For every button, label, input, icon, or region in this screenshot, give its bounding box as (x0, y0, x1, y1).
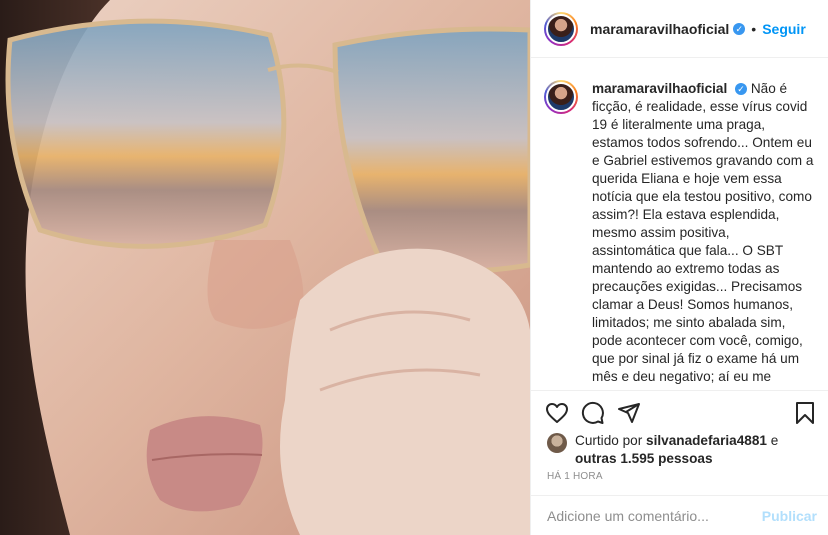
heart-icon[interactable] (545, 401, 569, 425)
caption-text: Não é ficção, é realidade, esse vírus co… (592, 81, 814, 389)
liker-username[interactable]: silvanadefaria4881 (646, 433, 767, 448)
likes-prefix: Curtido por (575, 433, 647, 448)
author-avatar[interactable] (544, 11, 578, 46)
send-icon[interactable] (617, 401, 641, 425)
post-timestamp[interactable]: HÁ 1 HORA (547, 471, 603, 482)
verified-badge-icon: ✓ (735, 83, 748, 96)
follow-button[interactable]: Seguir (762, 21, 806, 37)
likes-summary: Curtido por silvanadefaria4881 e outras … (547, 432, 817, 468)
action-bar (531, 390, 828, 434)
caption-username[interactable]: maramaravilhaoficial (592, 81, 727, 96)
caption-section: maramaravilhaoficial ✓ Não é ficção, é r… (531, 59, 828, 389)
comment-icon[interactable] (581, 401, 605, 425)
caption-text-block: maramaravilhaoficial ✓ Não é ficção, é r… (592, 80, 815, 389)
author-username[interactable]: maramaravilhaoficial (590, 21, 729, 37)
post-photo[interactable] (0, 0, 530, 535)
publish-button[interactable]: Publicar (762, 508, 817, 524)
post-header: maramaravilhaoficial ✓ • Seguir (531, 0, 828, 58)
post-photo-illustration (0, 0, 530, 535)
liker-avatar[interactable] (547, 433, 567, 453)
comment-form: Publicar (531, 495, 828, 535)
likes-middle: e (766, 433, 779, 448)
header-separator: • (751, 20, 757, 37)
likes-others-link[interactable]: outras 1.595 pessoas (575, 451, 713, 466)
post-sidebar: maramaravilhaoficial ✓ • Seguir maramara… (530, 0, 828, 535)
caption-author-avatar[interactable] (544, 80, 578, 114)
bookmark-icon[interactable] (793, 401, 817, 425)
likes-text: Curtido por silvanadefaria4881 e outras … (575, 432, 817, 468)
comment-input[interactable] (547, 507, 762, 524)
verified-badge-icon: ✓ (733, 22, 746, 35)
